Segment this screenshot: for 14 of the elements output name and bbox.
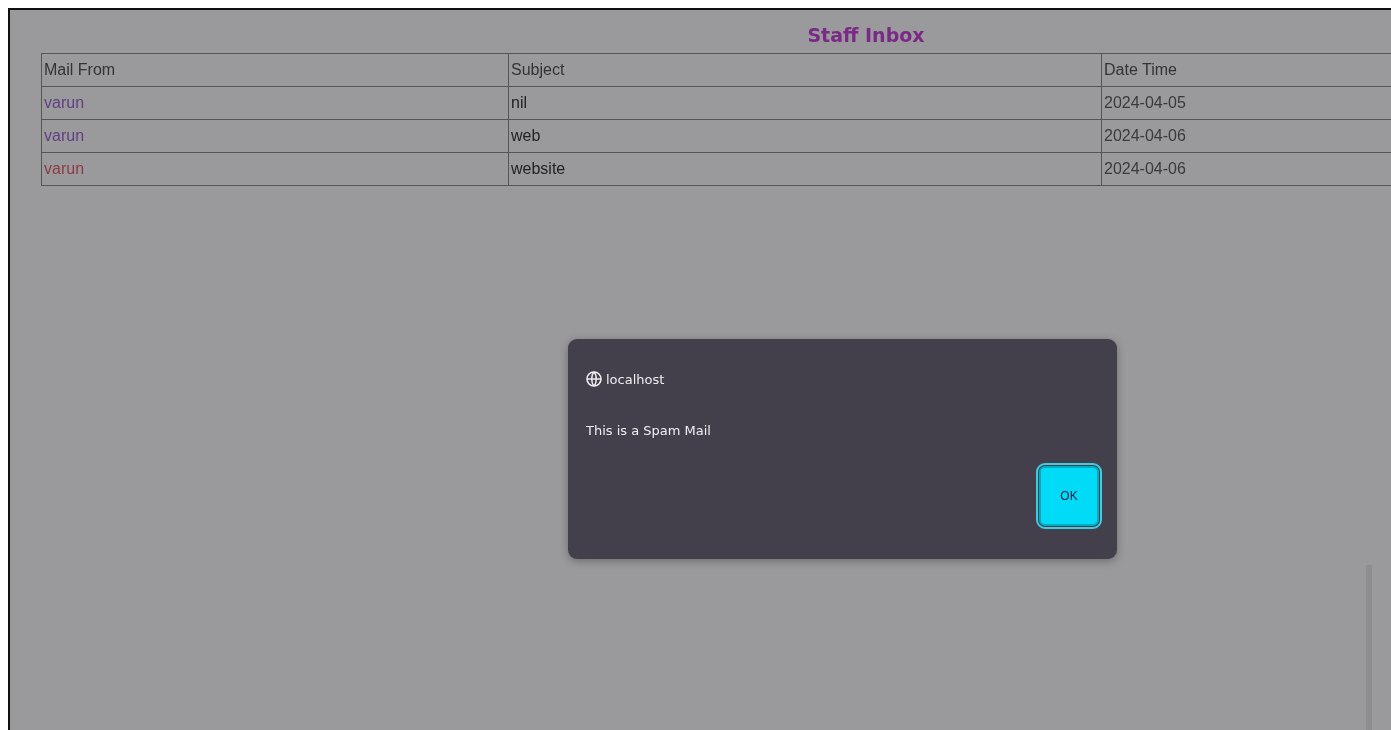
subject-cell: nil <box>508 86 1102 120</box>
column-header: Date Time <box>1101 53 1391 87</box>
subject-cell: web <box>508 119 1102 153</box>
dialog-message: This is a Spam Mail <box>586 423 712 438</box>
dialog-origin: localhost <box>606 371 665 387</box>
page-title: Staff Inbox <box>806 24 926 48</box>
column-header: Subject <box>508 53 1102 87</box>
ok-button[interactable]: OK <box>1039 466 1099 526</box>
sender-link[interactable]: varun <box>44 127 85 144</box>
sender-link[interactable]: varun <box>44 160 85 177</box>
subject-cell: website <box>508 152 1102 186</box>
sender-link[interactable]: varun <box>44 94 85 111</box>
globe-icon <box>586 371 602 387</box>
column-header: Mail From <box>41 53 509 87</box>
